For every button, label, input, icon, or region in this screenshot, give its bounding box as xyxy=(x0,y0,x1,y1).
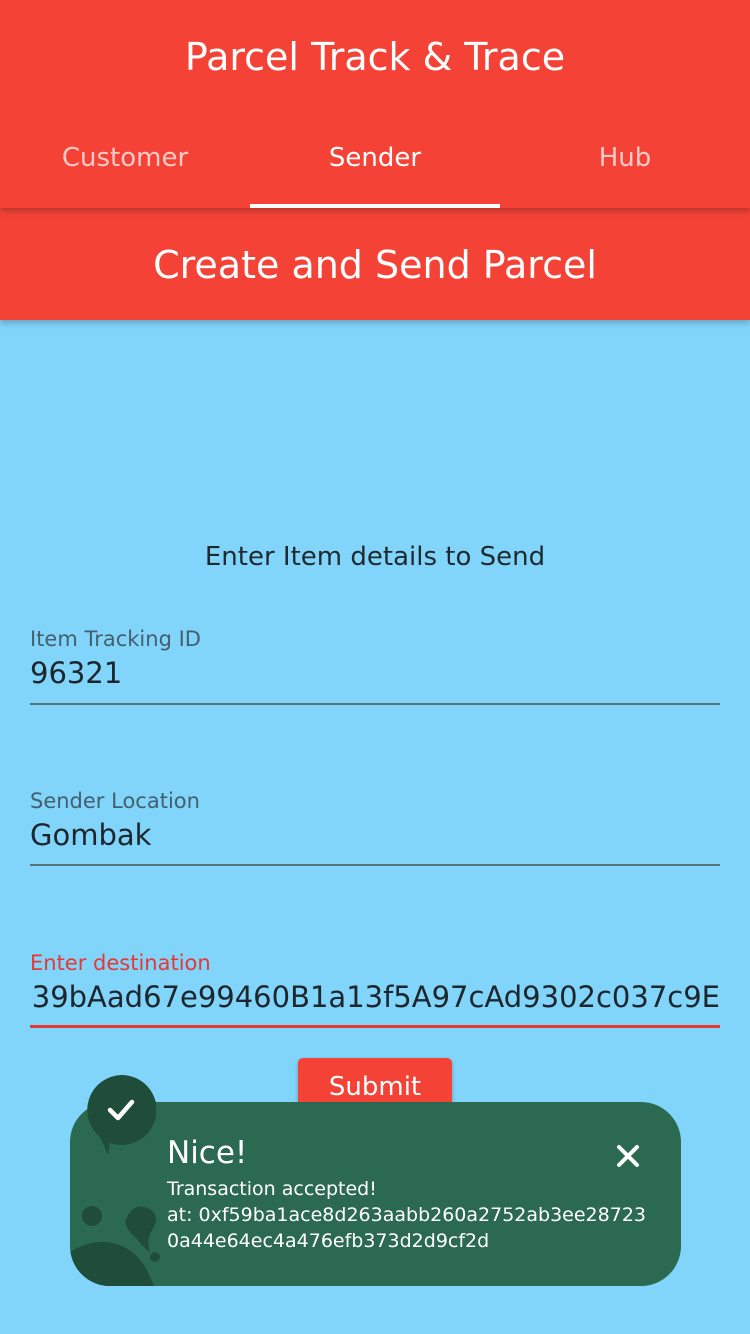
toast-message-line: 0a44e64ec4a476efb373d2d9cf2d xyxy=(167,1230,490,1252)
toast-message-line: at: 0xf59ba1ace8d263aabb260a2752ab3ee287… xyxy=(167,1204,646,1226)
tab-customer[interactable]: Customer xyxy=(0,112,250,204)
destination-value: 239bAad67e99460B1a13f5A97cAd9302c037c9E xyxy=(30,980,720,1014)
tab-hub[interactable]: Hub xyxy=(500,112,750,204)
form-heading: Enter Item details to Send xyxy=(204,542,546,572)
close-icon[interactable] xyxy=(614,1142,642,1170)
toast-message-line: Transaction accepted! xyxy=(167,1178,377,1200)
sender-location-label: Sender Location xyxy=(30,789,200,813)
success-toast: Nice! Transaction accepted! at: 0xf59ba1… xyxy=(70,1102,681,1286)
check-badge-icon xyxy=(87,1075,156,1155)
destination-input[interactable]: 239bAad67e99460B1a13f5A97cAd9302c037c9E xyxy=(30,977,720,1017)
destination-underline xyxy=(30,1025,720,1028)
active-tab-indicator xyxy=(250,204,500,208)
page-header: Create and Send Parcel xyxy=(0,208,750,320)
sender-location-field: Sender Location Gombak xyxy=(30,787,720,866)
sender-location-underline xyxy=(30,864,720,866)
toast-title: Nice! xyxy=(167,1135,248,1171)
destination-label: Enter destination xyxy=(30,951,211,975)
tracking-id-field: Item Tracking ID 96321 xyxy=(30,625,720,705)
destination-field: Enter destination 239bAad67e99460B1a13f5… xyxy=(30,949,720,1028)
sender-location-input[interactable]: Gombak xyxy=(30,815,720,855)
app-title: Parcel Track & Trace xyxy=(184,35,566,79)
toast-message: Transaction accepted! at: 0xf59ba1ace8d2… xyxy=(167,1176,657,1254)
tracking-id-underline xyxy=(30,703,720,705)
app-bar: Parcel Track & Trace Customer Sender Hub xyxy=(0,0,750,208)
tracking-id-label: Item Tracking ID xyxy=(30,627,201,651)
tab-sender[interactable]: Sender xyxy=(250,112,500,204)
tracking-id-input[interactable]: 96321 xyxy=(30,653,720,693)
page-title: Create and Send Parcel xyxy=(153,243,597,287)
tab-bar: Customer Sender Hub xyxy=(0,112,750,208)
